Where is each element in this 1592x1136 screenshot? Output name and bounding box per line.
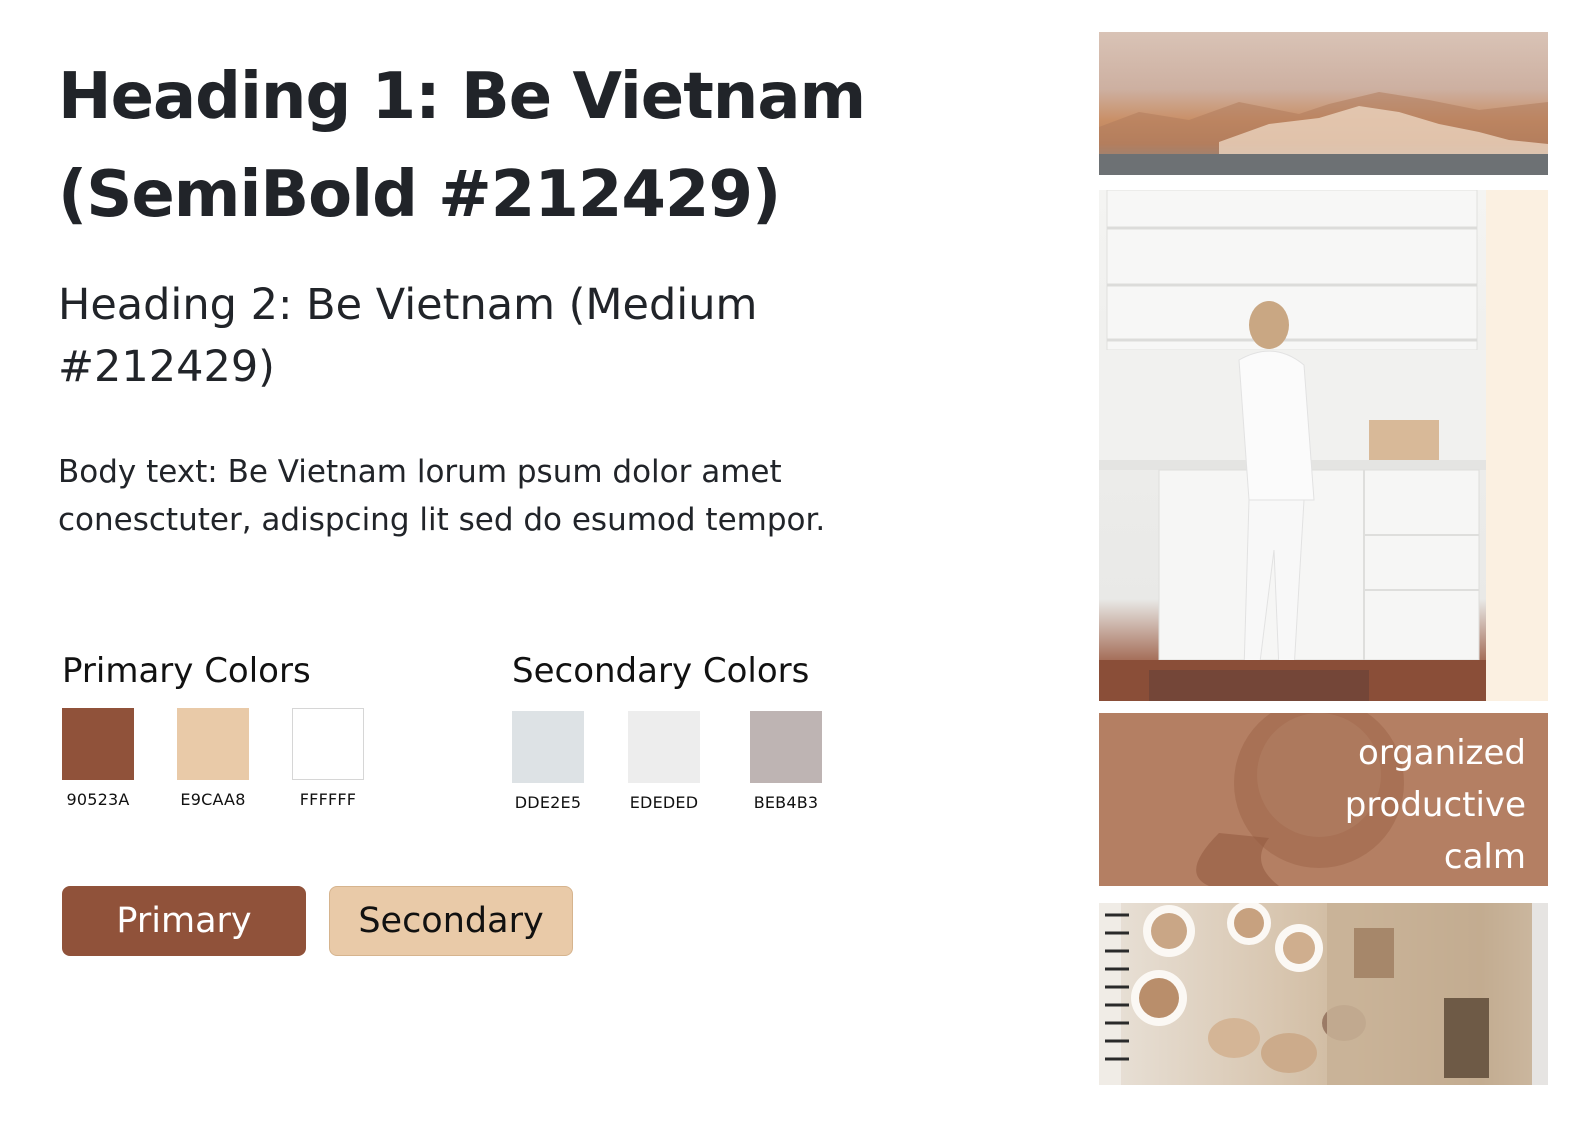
swatch-code: DDE2E5 (514, 793, 582, 812)
primary-colors-group: Primary Colors 90523A E9CAA8 FFFFFF (62, 648, 364, 809)
swatch-code: EDEDED (629, 793, 699, 812)
swatch-item: BEB4B3 (750, 711, 822, 812)
mood-word-calm: calm (1443, 837, 1526, 877)
color-swatch (292, 708, 364, 780)
collage-illustration (1099, 903, 1548, 1085)
swatch-item: FFFFFF (292, 708, 364, 809)
color-swatch (512, 711, 584, 783)
swatch-item: E9CAA8 (177, 708, 249, 809)
coffee-photo: organized productive calm (1099, 713, 1548, 886)
color-swatch (750, 711, 822, 783)
mood-word-organized: organized (1358, 733, 1526, 773)
swatch-code: 90523A (66, 790, 130, 809)
color-swatch (62, 708, 134, 780)
kitchen-photo (1099, 190, 1486, 701)
collage-photo (1099, 903, 1548, 1085)
body-text-sample: Body text: Be Vietnam lorum psum dolor a… (58, 454, 826, 538)
primary-button[interactable]: Primary (62, 886, 306, 956)
swatch-item: 90523A (62, 708, 134, 809)
primary-colors-title: Primary Colors (62, 651, 311, 691)
secondary-colors-title: Secondary Colors (512, 651, 810, 691)
heading-1-sample: Heading 1: Be Vietnam (SemiBold #212429) (58, 60, 866, 232)
primary-swatches: 90523A E9CAA8 FFFFFF (62, 708, 364, 809)
kitchen-illustration (1099, 190, 1486, 701)
color-swatch (628, 711, 700, 783)
heading-2-sample: Heading 2: Be Vietnam (Medium #212429) (58, 280, 758, 392)
mood-words: organized productive calm (1345, 727, 1526, 883)
swatch-code: BEB4B3 (753, 793, 819, 812)
landscape-illustration (1099, 92, 1548, 175)
secondary-swatches: DDE2E5 EDEDED BEB4B3 (512, 711, 822, 812)
color-swatch (177, 708, 249, 780)
mood-word-productive: productive (1344, 785, 1526, 825)
swatch-code: FFFFFF (299, 790, 357, 809)
secondary-colors-group: Secondary Colors DDE2E5 EDEDED BEB4B3 (512, 648, 822, 812)
coastal-town-photo (1099, 32, 1548, 175)
swatch-item: DDE2E5 (512, 711, 584, 812)
cream-strip (1486, 190, 1548, 701)
swatch-item: EDEDED (628, 711, 700, 812)
secondary-button[interactable]: Secondary (329, 886, 573, 956)
swatch-code: E9CAA8 (180, 790, 246, 809)
